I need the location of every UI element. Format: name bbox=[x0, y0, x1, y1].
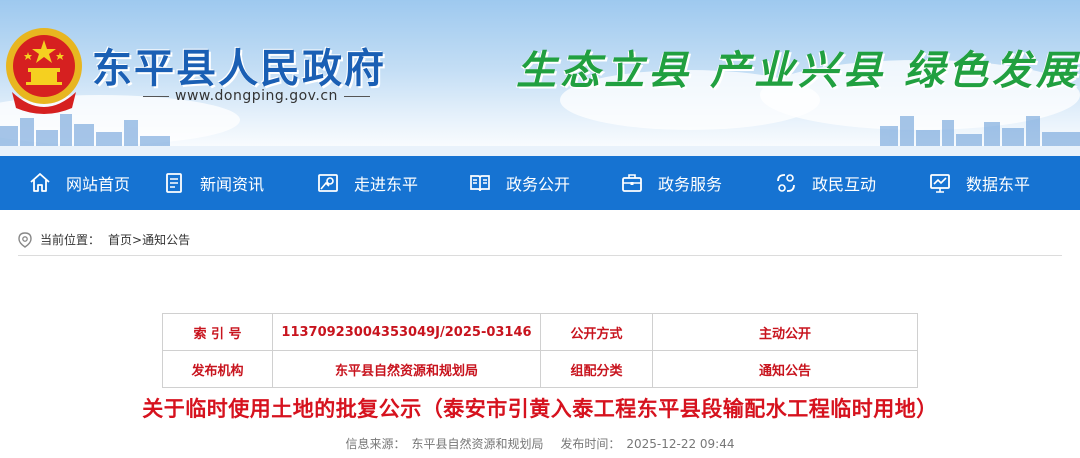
category-value: 通知公告 bbox=[652, 350, 918, 388]
index-number-value: 11370923004353049J/2025-03146 bbox=[272, 313, 541, 351]
table-row: 发布机构 东平县自然资源和规划局 组配分类 通知公告 bbox=[162, 350, 918, 388]
nav-item-label: 政务公开 bbox=[506, 175, 571, 194]
breadcrumb-current-link[interactable]: 通知公告 bbox=[142, 231, 190, 248]
breadcrumb: 当前位置： 首页 > 通知公告 bbox=[18, 224, 1062, 256]
nav-item-label: 政务服务 bbox=[658, 175, 723, 194]
main-nav: 网站首页 新闻资讯 走进东平 政务公开 政务服务 政民互动 数据东平 bbox=[0, 156, 1080, 210]
monitor-icon bbox=[930, 174, 950, 193]
home-icon bbox=[30, 173, 50, 192]
nav-item-label: 走进东平 bbox=[354, 175, 419, 194]
slogan: 生态立县 产业兴县 绿色发展 bbox=[516, 47, 1080, 94]
map-icon bbox=[318, 174, 338, 192]
nav-item-label: 网站首页 bbox=[66, 175, 131, 194]
nav-item-interaction[interactable]: 政民互动 bbox=[774, 156, 876, 210]
nav-item-label: 政民互动 bbox=[812, 175, 877, 194]
nav-item-label: 新闻资讯 bbox=[200, 175, 265, 194]
nav-item-news[interactable]: 新闻资讯 bbox=[162, 156, 264, 210]
disclosure-mode-label: 公开方式 bbox=[540, 313, 653, 351]
disclosure-mode-value: 主动公开 bbox=[652, 313, 918, 351]
source-value: 东平县自然资源和规划局 bbox=[411, 437, 544, 451]
date-value: 2025-12-22 09:44 bbox=[626, 437, 735, 451]
nav-item-explore[interactable]: 走进东平 bbox=[316, 156, 418, 210]
nav-item-home[interactable]: 网站首页 bbox=[28, 156, 130, 210]
book-icon bbox=[470, 175, 490, 192]
article-info-table: 索 引 号 11370923004353049J/2025-03146 公开方式… bbox=[162, 313, 918, 388]
date-label: 发布时间： bbox=[560, 437, 621, 451]
breadcrumb-prefix: 当前位置： bbox=[40, 233, 101, 247]
nav-item-label: 数据东平 bbox=[966, 175, 1031, 194]
site-url: www.dongping.gov.cn bbox=[137, 88, 376, 104]
city-skyline-graphic bbox=[0, 114, 1080, 156]
nav-item-gov-service[interactable]: 政务服务 bbox=[620, 156, 722, 210]
article-title: 关于临时使用土地的批复公示（泰安市引黄入泰工程东平县段输配水工程临时用地） bbox=[142, 397, 938, 421]
breadcrumb-separator: > bbox=[132, 232, 143, 247]
site-name-logo[interactable]: 东平县人民政府 bbox=[92, 36, 386, 94]
interact-icon bbox=[777, 174, 795, 192]
briefcase-icon bbox=[622, 174, 642, 192]
breadcrumb-home-link[interactable]: 首页 bbox=[108, 231, 132, 248]
publisher-label: 发布机构 bbox=[162, 350, 273, 388]
index-number-label: 索 引 号 bbox=[162, 313, 273, 351]
nav-item-gov-open[interactable]: 政务公开 bbox=[468, 156, 570, 210]
national-emblem-icon bbox=[6, 28, 82, 114]
publisher-value: 东平县自然资源和规划局 bbox=[272, 350, 541, 388]
source-label: 信息来源： bbox=[345, 437, 406, 451]
category-label: 组配分类 bbox=[540, 350, 653, 388]
table-row: 索 引 号 11370923004353049J/2025-03146 公开方式… bbox=[162, 313, 918, 351]
article-meta: 信息来源： 东平县自然资源和规划局 发布时间： 2025-12-22 09:44 bbox=[0, 435, 1080, 452]
location-pin-icon bbox=[18, 231, 32, 248]
news-icon bbox=[166, 173, 182, 193]
header-banner: 东平县人民政府 www.dongping.gov.cn 生态立县 产业兴县 绿色… bbox=[0, 0, 1080, 156]
nav-item-data[interactable]: 数据东平 bbox=[928, 156, 1030, 210]
